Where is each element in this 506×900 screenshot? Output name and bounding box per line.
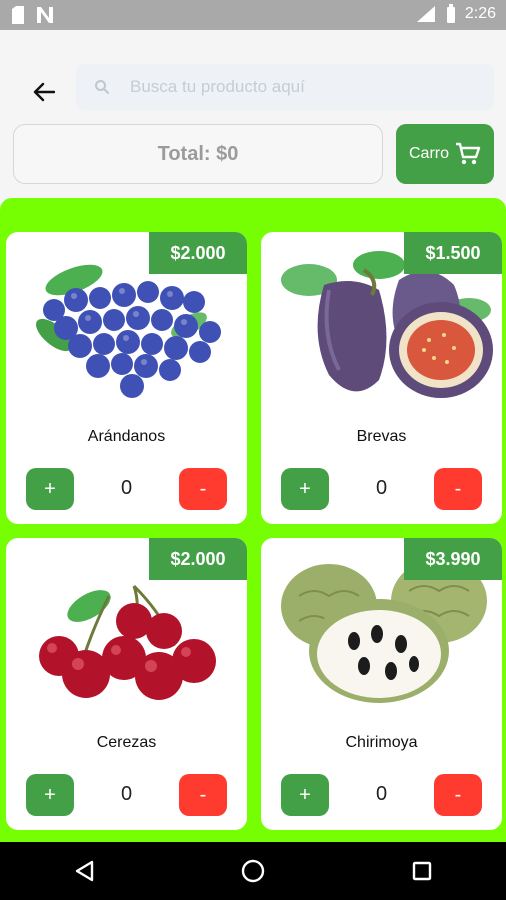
remove-button[interactable]: - [434,774,482,816]
price-tag: $1.500 [404,232,502,274]
product-card-cerezas[interactable]: $2.000 Cerezas + 0 - [6,538,247,830]
signal-icon [416,6,435,22]
nav-recent-button[interactable] [398,847,446,895]
price-tag: $2.000 [149,232,247,274]
back-button[interactable] [24,72,64,112]
circle-home-icon [241,859,265,883]
search-input[interactable] [130,77,460,97]
product-name: Cerezas [96,734,157,751]
search-bar[interactable] [76,64,494,110]
remove-button[interactable]: - [179,774,227,816]
top-bar: Total: $0 Carro [0,30,506,210]
search-icon [95,80,109,94]
shopping-cart-icon [456,142,481,165]
total-display: Total: $0 [13,124,383,184]
triangle-back-icon [76,860,94,882]
nav-home-button[interactable] [229,847,277,895]
total-label: Total: $0 [157,142,239,165]
cart-label: Carro [408,145,449,162]
product-name: Chirimoya [345,734,418,751]
arrow-left-icon [33,82,55,102]
product-name: Brevas [356,428,407,445]
product-card-chirimoya[interactable]: $3.990 Chirimoya + 0 - [261,538,502,830]
nav-back-button[interactable] [60,847,108,895]
remove-button[interactable]: - [434,468,482,510]
product-card-arandanos[interactable]: $2.000 Arándanos + 0 - [6,232,247,524]
square-recent-icon [412,861,431,881]
status-left-icons [10,6,54,24]
status-bar: 2:26 [0,0,506,30]
n-app-icon [37,7,53,23]
notification-icon [12,6,24,24]
status-time: 2:26 [464,5,496,22]
price-tag: $2.000 [149,538,247,580]
price-tag: $3.990 [404,538,502,580]
remove-button[interactable]: - [179,468,227,510]
product-name: Arándanos [87,428,166,445]
battery-icon [446,4,455,23]
cart-button[interactable]: Carro [396,124,494,184]
product-card-brevas[interactable]: $1.500 Brevas + 0 - [261,232,502,524]
system-navigation-bar [0,842,506,900]
status-right: 2:26 [415,4,496,24]
product-grid: $2.000 Arándanos + 0 - $1.500 Brevas + 0… [0,198,506,842]
